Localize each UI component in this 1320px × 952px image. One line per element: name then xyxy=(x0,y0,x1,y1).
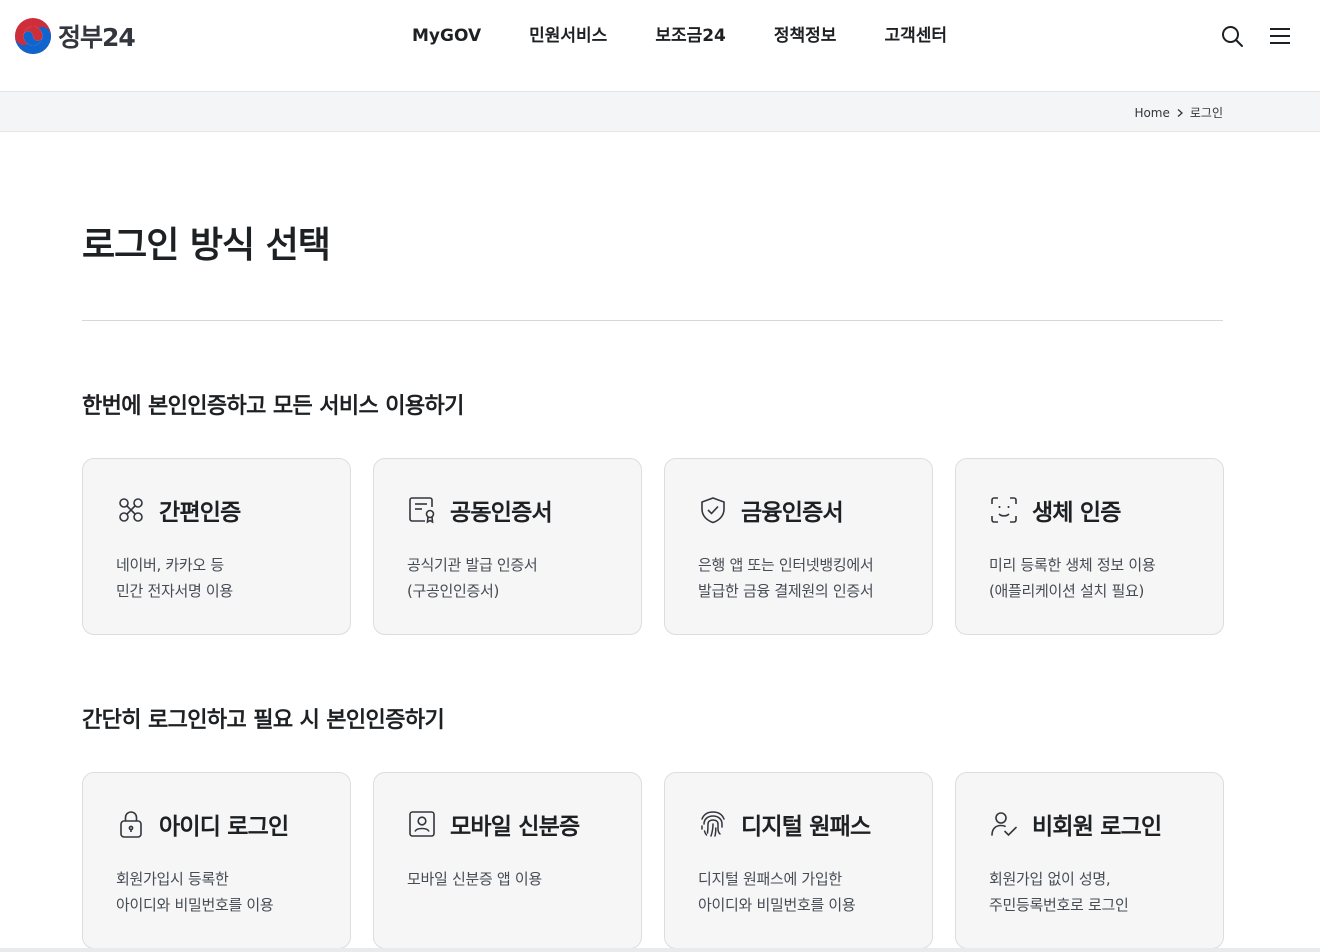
auth-method-list: 간편인증 네이버, 카카오 등 민간 전자서명 이용 공동인증서 공식기관 발급… xyxy=(82,458,1224,635)
nav-item-subsidy24[interactable]: 보조금24 xyxy=(631,24,750,48)
card-head: 공동인증서 xyxy=(406,493,553,527)
page-title: 로그인 방식 선택 xyxy=(82,225,331,266)
card-guest-login[interactable]: 비회원 로그인 회원가입 없이 성명, 주민등록번호로 로그인 xyxy=(955,772,1224,949)
card-head: 모바일 신분증 xyxy=(406,807,580,841)
breadcrumb-home[interactable]: Home xyxy=(1134,106,1169,120)
breadcrumb-bar: Home 로그인 xyxy=(0,91,1320,132)
card-desc-line: 공식기관 발급 인증서 xyxy=(407,556,538,574)
search-icon xyxy=(1222,26,1243,47)
header-tools xyxy=(1220,22,1292,50)
card-head: 생체 인증 xyxy=(988,493,1121,527)
face-scan-icon xyxy=(988,494,1020,526)
card-simple-auth[interactable]: 간편인증 네이버, 카카오 등 민간 전자서명 이용 xyxy=(82,458,351,635)
card-title: 디지털 원패스 xyxy=(741,814,871,840)
card-description: 공식기관 발급 인증서 (구공인인증서) xyxy=(407,552,538,604)
card-head: 간편인증 xyxy=(115,493,241,527)
card-description: 회원가입 없이 성명, 주민등록번호로 로그인 xyxy=(989,866,1129,918)
page-bottom-edge xyxy=(0,948,1320,952)
card-description: 은행 앱 또는 인터넷뱅킹에서 발급한 금융 결제원의 인증서 xyxy=(698,552,874,604)
login-method-list: 아이디 로그인 회원가입시 등록한 아이디와 비밀번호를 이용 모바일 신분증 … xyxy=(82,772,1224,949)
breadcrumb-current: 로그인 xyxy=(1189,106,1223,120)
card-description: 미리 등록한 생체 정보 이용 (애플리케이션 설치 필요) xyxy=(989,552,1156,604)
card-desc-line: 회원가입 없이 성명, xyxy=(989,870,1111,888)
card-head: 비회원 로그인 xyxy=(988,807,1162,841)
card-description: 모바일 신분증 앱 이용 xyxy=(407,866,542,892)
card-title: 간편인증 xyxy=(159,500,241,526)
card-desc-line: (애플리케이션 설치 필요) xyxy=(989,582,1145,600)
card-desc-line: 발급한 금융 결제원의 인증서 xyxy=(698,582,874,600)
card-title: 비회원 로그인 xyxy=(1032,814,1162,840)
nav-item-policy-info[interactable]: 정책정보 xyxy=(750,24,861,48)
card-title: 생체 인증 xyxy=(1032,500,1121,526)
card-joint-certificate[interactable]: 공동인증서 공식기관 발급 인증서 (구공인인증서) xyxy=(373,458,642,635)
logo-text: 정부24 xyxy=(58,23,136,52)
breadcrumb: Home 로그인 xyxy=(1134,104,1223,121)
nav-item-civil-service[interactable]: 민원서비스 xyxy=(505,24,631,48)
link-nodes-icon xyxy=(115,494,147,526)
card-desc-line: 주민등록번호로 로그인 xyxy=(989,896,1129,914)
card-desc-line: 디지털 원패스에 가입한 xyxy=(698,870,842,888)
card-mobile-id[interactable]: 모바일 신분증 모바일 신분증 앱 이용 xyxy=(373,772,642,949)
card-title: 아이디 로그인 xyxy=(159,814,289,840)
card-desc-line: 회원가입시 등록한 xyxy=(116,870,229,888)
card-head: 금융인증서 xyxy=(697,493,844,527)
card-desc-line: 은행 앱 또는 인터넷뱅킹에서 xyxy=(698,556,874,574)
chevron-right-icon xyxy=(1174,107,1186,119)
card-desc-line: 민간 전자서명 이용 xyxy=(116,582,233,600)
menu-button[interactable] xyxy=(1268,22,1292,50)
search-button[interactable] xyxy=(1220,22,1244,50)
card-desc-line: 아이디와 비밀번호를 이용 xyxy=(698,896,856,914)
card-description: 회원가입시 등록한 아이디와 비밀번호를 이용 xyxy=(116,866,274,918)
card-title: 금융인증서 xyxy=(741,500,844,526)
site-header: 정부24 MyGOV 민원서비스 보조금24 정책정보 고객센터 xyxy=(0,0,1320,91)
id-card-icon xyxy=(406,808,438,840)
main-nav: MyGOV 민원서비스 보조금24 정책정보 고객센터 xyxy=(388,24,971,48)
card-description: 네이버, 카카오 등 민간 전자서명 이용 xyxy=(116,552,233,604)
nav-item-mygov[interactable]: MyGOV xyxy=(388,24,505,48)
nav-item-customer-center[interactable]: 고객센터 xyxy=(860,24,971,48)
card-digital-onepass[interactable]: 디지털 원패스 디지털 원패스에 가입한 아이디와 비밀번호를 이용 xyxy=(664,772,933,949)
card-head: 아이디 로그인 xyxy=(115,807,289,841)
section-title-full-auth: 한번에 본인인증하고 모든 서비스 이용하기 xyxy=(82,394,464,419)
user-check-icon xyxy=(988,808,1020,840)
certificate-icon xyxy=(406,494,438,526)
taegeuk-logo-icon xyxy=(14,17,52,55)
card-biometric-auth[interactable]: 생체 인증 미리 등록한 생체 정보 이용 (애플리케이션 설치 필요) xyxy=(955,458,1224,635)
hamburger-menu-icon xyxy=(1270,28,1290,44)
fingerprint-icon xyxy=(697,808,729,840)
card-desc-line: 미리 등록한 생체 정보 이용 xyxy=(989,556,1156,574)
lock-icon xyxy=(115,808,147,840)
shield-check-icon xyxy=(697,494,729,526)
section-title-simple-login: 간단히 로그인하고 필요 시 본인인증하기 xyxy=(82,708,445,733)
title-divider xyxy=(82,320,1223,321)
card-description: 디지털 원패스에 가입한 아이디와 비밀번호를 이용 xyxy=(698,866,856,918)
card-desc-line: 모바일 신분증 앱 이용 xyxy=(407,870,542,888)
card-desc-line: 네이버, 카카오 등 xyxy=(116,556,224,574)
card-id-login[interactable]: 아이디 로그인 회원가입시 등록한 아이디와 비밀번호를 이용 xyxy=(82,772,351,949)
gov24-logo[interactable]: 정부24 xyxy=(14,17,136,55)
card-desc-line: 아이디와 비밀번호를 이용 xyxy=(116,896,274,914)
card-title: 공동인증서 xyxy=(450,500,553,526)
card-financial-certificate[interactable]: 금융인증서 은행 앱 또는 인터넷뱅킹에서 발급한 금융 결제원의 인증서 xyxy=(664,458,933,635)
card-title: 모바일 신분증 xyxy=(450,814,580,840)
card-head: 디지털 원패스 xyxy=(697,807,871,841)
card-desc-line: (구공인인증서) xyxy=(407,582,500,600)
